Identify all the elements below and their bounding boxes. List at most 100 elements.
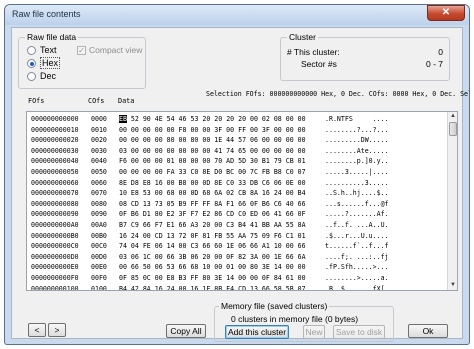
table-row[interactable]: 000000000050 0050 00 00 00 00 FA 33 C0 8E … [27,167,447,178]
row-hex-data[interactable]: 16 24 00 CD 13 72 0F 81 FB 55 AA 75 09 F… [119,231,306,242]
row-cofs: 0050 [91,167,107,176]
row-hex-data[interactable]: 00 00 00 00 FA 33 C0 8E D0 BC 00 7C FB B… [119,167,306,178]
row-hex-data[interactable]: EB 52 90 4E 54 46 53 20 20 20 20 00 02 0… [119,114,306,125]
row-fofs: 0000000000A0 [31,220,79,229]
close-button[interactable]: ✕ [427,5,465,21]
table-row[interactable]: 0000000000B0 00B0 16 24 00 CD 13 72 0F 81 … [27,231,447,242]
hex-view[interactable]: 000000000000 0000 EB 52 90 4E 54 46 53 20 … [26,111,458,291]
row-hex-data[interactable]: 08 CD 13 73 05 B9 FF FF 8A F1 66 0F B6 C… [119,199,306,210]
scroll-up-icon[interactable]: ▲ [449,112,457,121]
compact-view-check-icon[interactable]: ✓ [77,45,86,55]
new-button[interactable]: New [303,325,325,339]
hex-rows: 000000000000 0000 EB 52 90 4E 54 46 53 20 … [27,114,447,291]
radio-hex[interactable]: Hex [27,57,61,69]
row-cofs: 00E0 [91,263,107,272]
row-hex-bytes: 74 04 FE 06 14 00 C3 66 60 1E 06 66 A1 1… [119,242,306,251]
table-row[interactable]: 0000000000C0 00C0 74 04 FE 06 14 00 C3 66 … [27,241,447,252]
radio-text-label: Text [40,45,57,55]
row-fofs: 000000000070 [31,189,79,198]
table-row[interactable]: 000000000010 0010 00 00 00 00 00 F8 00 00 … [27,125,447,136]
row-cofs: 00A0 [91,220,107,229]
vertical-scrollbar[interactable]: ▲ ▼ [447,112,457,290]
hex-cursor[interactable]: EB [119,115,127,123]
row-ascii: ........>.....a. [325,273,389,282]
row-hex-bytes: 0F B6 D1 80 E2 3F F7 E2 86 CD C0 ED 06 4… [119,210,306,219]
row-hex-data[interactable]: 00 66 50 06 53 66 68 10 00 01 00 80 3E 1… [119,262,306,273]
prev-cluster-button[interactable]: < [28,323,46,337]
table-row[interactable]: 000000000060 0060 8E D8 E8 16 00 B8 00 0D … [27,178,447,189]
row-ascii: .....3.....|.... [325,167,389,176]
table-row[interactable]: 0000000000E0 00E0 00 66 50 06 53 66 68 10 … [27,262,447,273]
row-hex-data[interactable]: B7 C9 66 F7 E1 66 A3 20 00 C3 B4 41 BB A… [119,220,306,231]
radio-dec[interactable]: Dec [27,70,56,82]
row-cofs: 00B0 [91,231,107,240]
table-row[interactable]: 000000000090 0090 0F B6 D1 80 E2 3F F7 E2 … [27,209,447,220]
add-this-cluster-button[interactable]: Add this cluster [225,325,289,339]
next-cluster-button[interactable]: > [48,323,66,337]
row-hex-data[interactable]: 0F 85 0C 00 E8 B3 FF 80 3E 14 00 00 0F 8… [119,273,306,284]
table-row[interactable]: 000000000100 0100 B4 42 8A 16 24 00 16 1F … [27,284,447,291]
row-hex-data[interactable]: 74 04 FE 06 14 00 C3 66 60 1E 06 66 A1 1… [119,241,306,252]
row-cofs: 0010 [91,125,107,134]
table-row[interactable]: 000000000000 0000 EB 52 90 4E 54 46 53 20 … [27,114,447,125]
row-hex-data[interactable]: 00 00 00 00 80 00 80 00 1E 44 57 06 00 0… [119,135,306,146]
memory-file-group: Memory file (saved clusters) 0 clusters … [214,301,394,342]
table-row[interactable]: 000000000040 0040 F6 00 00 00 01 00 00 00 … [27,156,447,167]
ok-button[interactable]: Ok [408,324,448,338]
row-hex-data[interactable]: 10 E8 53 00 68 00 0D 68 6A 02 CB 8A 16 2… [119,188,306,199]
compact-view-checkbox[interactable]: ✓ Compact view [77,45,142,55]
cluster-group: Cluster # This cluster: 0 Sector #s 0 - … [280,32,450,81]
row-hex-bytes: 08 CD 13 73 05 B9 FF FF 8A F1 66 0F B6 C… [119,199,306,208]
row-fofs: 0000000000F0 [31,273,79,282]
table-row[interactable]: 0000000000F0 00F0 0F 85 0C 00 E8 B3 FF 80 … [27,273,447,284]
table-row[interactable]: 0000000000D0 00D0 03 06 1C 00 66 3B 06 20 … [27,252,447,263]
copy-all-button[interactable]: Copy All [166,324,206,338]
title-bar[interactable]: Raw file contents ✕ [5,5,469,25]
row-cofs: 0040 [91,157,107,166]
row-hex-data[interactable]: F6 00 00 00 01 00 00 00 70 AD 5D 30 B1 7… [119,156,306,167]
row-fofs: 0000000000D0 [31,252,79,261]
radio-dec-button[interactable] [27,71,36,81]
row-ascii: ..S.h..hj....$.. [325,189,389,198]
table-row[interactable]: 000000000080 0080 08 CD 13 73 05 B9 FF FF … [27,199,447,210]
row-fofs: 000000000080 [31,199,79,208]
table-row[interactable]: 0000000000A0 00A0 B7 C9 66 F7 E1 66 A3 20 … [27,220,447,231]
row-hex-data[interactable]: B4 42 8A 16 24 00 16 1F 8B F4 CD 13 66 5… [119,284,306,291]
new-label: New [305,327,323,337]
radio-text-button[interactable] [27,45,36,55]
column-header-data: Data [118,97,135,105]
row-fofs: 000000000040 [31,157,79,166]
row-hex-bytes: 0F 85 0C 00 E8 B3 FF 80 3E 14 00 00 0F 8… [119,273,306,282]
row-ascii: ..........3..... [325,178,389,187]
radio-hex-button[interactable] [27,58,36,68]
row-cofs: 0080 [91,199,107,208]
row-hex-data[interactable]: 00 00 00 00 00 F8 00 00 3F 00 FF 00 3F 0… [119,125,306,136]
row-ascii: .R.NTFS .... [325,115,389,123]
scroll-thumb[interactable] [449,122,457,136]
row-hex-data[interactable]: 03 06 1C 00 66 3B 06 20 00 0F 82 3A 00 1… [119,252,306,263]
table-row[interactable]: 000000000070 0070 10 E8 53 00 68 00 0D 68 … [27,188,447,199]
row-hex-data[interactable]: 8E D8 E8 16 00 B8 00 0D 8E C0 33 DB C6 0… [119,178,306,189]
row-hex-bytes: 8E D8 E8 16 00 B8 00 0D 8E C0 33 DB C6 0… [119,178,306,187]
scroll-down-icon[interactable]: ▼ [449,281,457,290]
row-ascii: ........?...?... [325,125,389,134]
row-hex-bytes: 03 00 00 00 00 00 00 00 41 74 65 00 00 0… [119,146,306,155]
row-ascii: .$...r...U.u.... [325,231,389,240]
row-ascii: .....?.......Af. [325,210,389,219]
raw-file-data-group: Raw file data Text Hex Dec ✓ Compact vie… [18,32,146,89]
save-to-disk-button[interactable]: Save to disk [333,325,385,339]
table-row[interactable]: 000000000020 0020 00 00 00 00 80 00 80 00 … [27,135,447,146]
row-fofs: 000000000030 [31,146,79,155]
row-hex-data[interactable]: 0F B6 D1 80 E2 3F F7 E2 86 CD C0 ED 06 4… [119,209,306,220]
row-ascii: .........DW..... [325,136,389,145]
copy-all-label: Copy All [170,326,202,336]
column-header-fofs: FOfs [28,97,45,105]
table-row[interactable]: 000000000030 0030 03 00 00 00 00 00 00 00 … [27,146,447,157]
row-hex-bytes: B4 42 8A 16 24 00 16 1F 8B F4 CD 13 66 5… [119,284,306,291]
next-icon: > [54,325,60,335]
row-ascii: .B..$.......fX[. [325,284,389,291]
row-hex-data[interactable]: 03 00 00 00 00 00 00 00 41 74 65 00 00 0… [119,146,306,157]
row-hex-bytes: F6 00 00 00 01 00 00 00 70 AD 5D 30 B1 7… [119,157,306,166]
radio-text[interactable]: Text [27,44,57,56]
memory-file-status: 0 clusters in memory file (0 bytes) [231,314,359,324]
